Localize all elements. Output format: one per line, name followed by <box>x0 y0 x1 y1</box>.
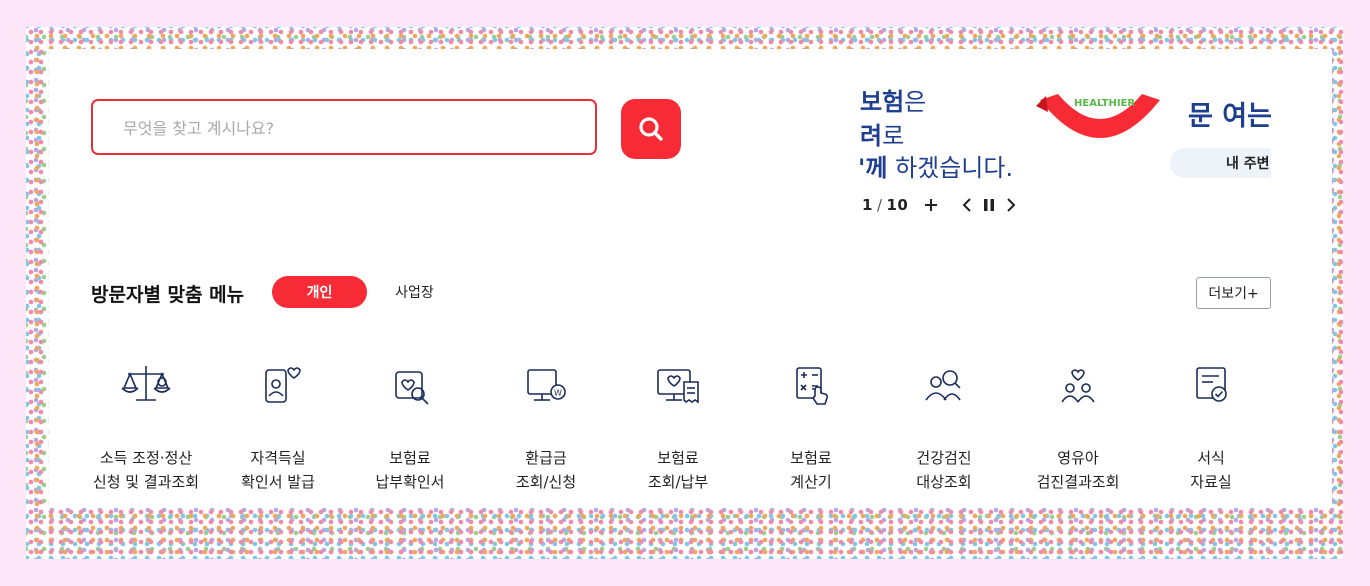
svg-text:HEALTHIER: HEALTHIER <box>1074 98 1135 109</box>
slide-sep: / <box>876 196 883 214</box>
slide-prev-button[interactable] <box>956 194 978 216</box>
slide-total: 10 <box>886 196 909 214</box>
menu-item-income-adjust[interactable]: 소득 조정·정산 신청 및 결과조회 <box>76 360 216 494</box>
promo-banner[interactable]: 보험은 려로 '께 하겠습니다. HEALTHIER 문 여는 내 주변 <box>858 78 1271 183</box>
menu-label: 보험료 계산기 <box>790 449 832 491</box>
scale-icon <box>121 366 171 401</box>
menu-label: 자격득실 확인서 발급 <box>241 449 315 491</box>
banner-line-2: 려로 <box>860 122 905 150</box>
section-title: 방문자별 맞춤 메뉴 <box>91 284 245 306</box>
menu-item-checkup-target[interactable]: 건강검진 대상조회 <box>874 360 1014 494</box>
nearby-pill[interactable]: 내 주변 <box>1170 148 1271 178</box>
banner-line-1: 보험은 <box>860 88 927 116</box>
calculator-hand-icon <box>796 367 829 405</box>
family-heart-icon <box>1061 369 1095 403</box>
id-card-heart-icon <box>265 367 301 403</box>
tab-business[interactable]: 사업장 <box>382 276 447 308</box>
menu-label: 건강검진 대상조회 <box>916 449 972 491</box>
healthier-logo-icon: HEALTHIER <box>1036 94 1160 138</box>
banner-right-title: 문 여는 <box>1188 101 1271 132</box>
slide-next-button[interactable] <box>1000 194 1022 216</box>
menu-item-refund[interactable]: W 환급금 조회/신청 <box>476 360 616 494</box>
search-icon <box>639 117 663 141</box>
menu-item-qualification-cert[interactable]: 자격득실 확인서 발급 <box>208 360 348 494</box>
heart-search-icon <box>395 371 429 405</box>
pause-icon <box>984 199 995 211</box>
menu-label: 서식 자료실 <box>1190 449 1232 491</box>
menu-label: 보험료 조회/납부 <box>647 449 709 491</box>
menu-item-payment-cert[interactable]: 보험료 납부확인서 <box>340 360 480 494</box>
plus-icon <box>925 199 938 211</box>
search-button[interactable] <box>621 99 681 159</box>
banner-line-3: '께 하겠습니다. <box>858 154 1014 182</box>
menu-label: 보험료 납부확인서 <box>375 449 445 491</box>
monitor-heart-receipt-icon <box>657 369 699 404</box>
menu-label: 환급금 조회/신청 <box>515 449 577 491</box>
svg-text:W: W <box>554 389 562 398</box>
document-check-icon <box>1196 367 1227 402</box>
tab-personal[interactable]: 개인 <box>272 276 367 308</box>
slide-add-button[interactable] <box>920 194 942 216</box>
search-input[interactable] <box>121 115 565 141</box>
slider-controls: 1/10 <box>862 194 1022 216</box>
slide-current: 1 <box>862 196 873 214</box>
slide-counter: 1/10 <box>862 196 908 214</box>
search-box[interactable] <box>91 99 597 155</box>
nearby-pill-label: 내 주변 <box>1226 156 1270 172</box>
menu-item-premium-pay[interactable]: 보험료 조회/납부 <box>608 360 748 494</box>
more-button[interactable]: 더보기+ <box>1196 277 1271 309</box>
monitor-won-icon: W <box>527 369 566 401</box>
menu-label: 소득 조정·정산 신청 및 결과조회 <box>92 449 200 491</box>
menu-item-infant-checkup[interactable]: 영유아 검진결과조회 <box>1008 360 1148 494</box>
chevron-right-icon <box>1007 198 1016 212</box>
menu-item-forms[interactable]: 서식 자료실 <box>1141 360 1281 494</box>
slide-pause-button[interactable] <box>978 194 1000 216</box>
people-search-icon <box>925 370 961 401</box>
chevron-left-icon <box>962 198 972 212</box>
menu-label: 영유아 검진결과조회 <box>1036 449 1120 491</box>
menu-item-calculator[interactable]: 보험료 계산기 <box>741 360 881 494</box>
